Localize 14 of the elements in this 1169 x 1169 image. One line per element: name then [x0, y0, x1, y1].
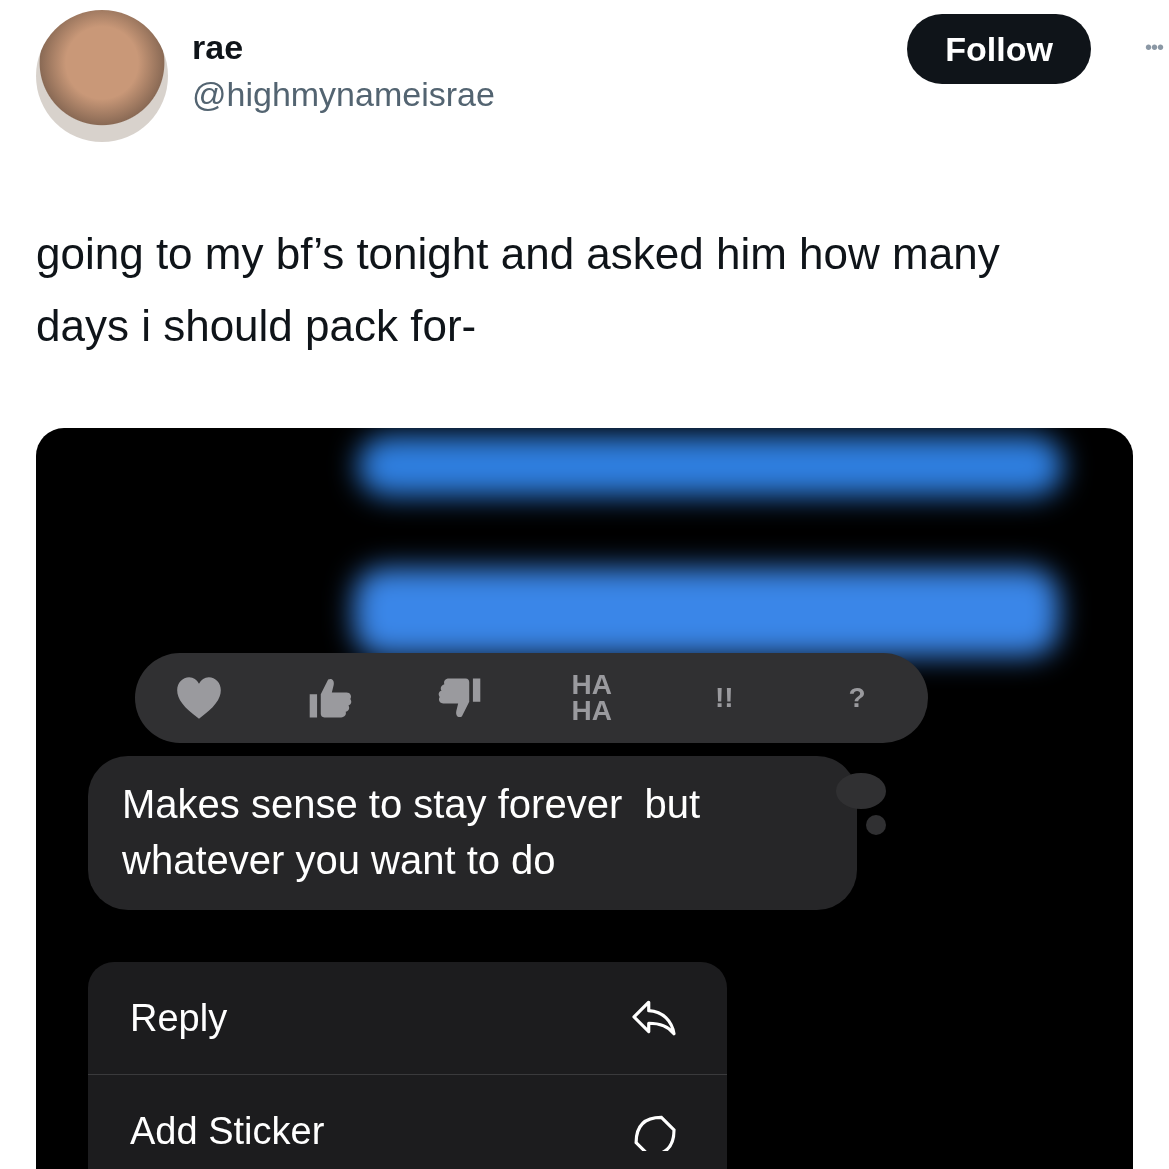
user-name[interactable]: rae	[192, 28, 908, 67]
reaction-button[interactable]: !!	[699, 685, 750, 711]
menu-item[interactable]: Add Sticker	[88, 1075, 727, 1169]
user-handle[interactable]: @highmynameisrae	[192, 75, 908, 114]
reply-icon	[629, 998, 679, 1038]
follow-button[interactable]: Follow	[907, 14, 1091, 84]
message-bubble: Makes sense to stay forever but whatever you want to do	[88, 756, 857, 910]
menu-item[interactable]: Reply	[88, 962, 727, 1075]
reaction-tail-bubble	[836, 773, 886, 809]
reaction-button[interactable]: ?	[831, 685, 882, 711]
tweet-text: going to my bf’s tonight and asked him how many days i should pack for-	[36, 228, 1001, 352]
reaction-tail-dot	[866, 815, 886, 835]
heart-icon[interactable]	[175, 675, 223, 721]
reaction-button[interactable]: HA HA	[566, 672, 617, 724]
